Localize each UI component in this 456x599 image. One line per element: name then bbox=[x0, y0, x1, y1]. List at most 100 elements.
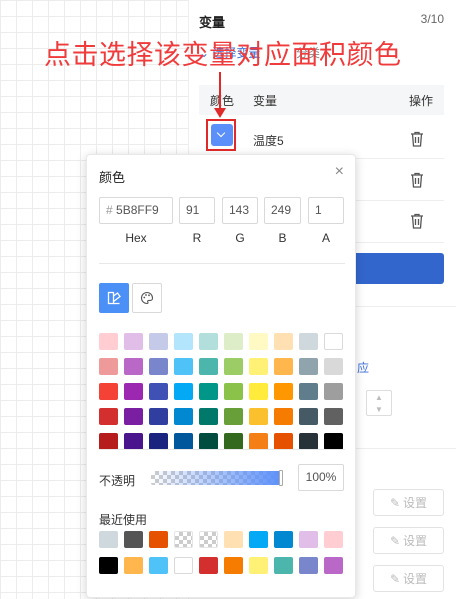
color-swatch[interactable] bbox=[324, 333, 343, 350]
color-swatch[interactable] bbox=[149, 358, 168, 375]
color-swatch[interactable] bbox=[224, 358, 243, 375]
stepper-down-icon[interactable]: ▼ bbox=[367, 403, 391, 415]
custom-mode-button[interactable] bbox=[132, 283, 162, 313]
color-swatch[interactable] bbox=[174, 433, 193, 450]
color-swatch[interactable] bbox=[324, 408, 343, 425]
color-swatch[interactable] bbox=[174, 383, 193, 400]
color-swatch[interactable] bbox=[99, 531, 118, 548]
color-swatch[interactable] bbox=[199, 531, 218, 548]
b-input[interactable]: 249 bbox=[264, 197, 301, 224]
color-swatch[interactable] bbox=[149, 333, 168, 350]
color-swatch[interactable] bbox=[274, 408, 293, 425]
color-swatch[interactable] bbox=[324, 557, 343, 574]
color-swatch[interactable] bbox=[199, 408, 218, 425]
color-swatch[interactable] bbox=[99, 557, 118, 574]
r-input[interactable]: 91 bbox=[179, 197, 215, 224]
trash-icon[interactable] bbox=[410, 172, 424, 188]
color-swatch[interactable] bbox=[249, 408, 268, 425]
swatch-mode-button[interactable] bbox=[99, 283, 129, 313]
color-swatch[interactable] bbox=[324, 433, 343, 450]
color-swatch[interactable] bbox=[174, 557, 193, 574]
color-swatch[interactable] bbox=[224, 433, 243, 450]
hex-input[interactable]: # 5B8FF9 bbox=[99, 197, 173, 224]
trash-icon[interactable] bbox=[410, 131, 424, 147]
color-swatch[interactable] bbox=[199, 557, 218, 574]
color-swatch[interactable] bbox=[274, 383, 293, 400]
set-button[interactable]: ✎ 设置 bbox=[373, 565, 444, 592]
color-swatch[interactable] bbox=[299, 408, 318, 425]
color-swatch[interactable] bbox=[149, 433, 168, 450]
color-swatch[interactable] bbox=[224, 557, 243, 574]
edit-icon: ✎ bbox=[389, 533, 401, 548]
color-swatch[interactable] bbox=[224, 333, 243, 350]
color-swatch[interactable] bbox=[174, 333, 193, 350]
set-button[interactable]: ✎ 设置 bbox=[373, 527, 444, 554]
color-swatch[interactable] bbox=[274, 531, 293, 548]
color-swatch[interactable] bbox=[124, 333, 143, 350]
number-stepper[interactable]: ▲ ▼ bbox=[366, 390, 392, 416]
color-swatch[interactable] bbox=[124, 557, 143, 574]
color-swatch[interactable] bbox=[324, 358, 343, 375]
color-swatch[interactable] bbox=[124, 433, 143, 450]
color-swatch[interactable] bbox=[124, 408, 143, 425]
opacity-label: 不透明 bbox=[99, 474, 136, 488]
opacity-fill bbox=[151, 471, 283, 485]
color-swatch[interactable] bbox=[174, 531, 193, 548]
color-swatch[interactable] bbox=[299, 433, 318, 450]
color-swatch[interactable] bbox=[149, 408, 168, 425]
color-swatch[interactable] bbox=[324, 383, 343, 400]
color-swatch[interactable] bbox=[99, 358, 118, 375]
color-swatch[interactable] bbox=[174, 358, 193, 375]
color-swatch[interactable] bbox=[124, 383, 143, 400]
color-swatch[interactable] bbox=[149, 557, 168, 574]
right-panel-link[interactable]: 应 bbox=[357, 359, 369, 376]
row1-variable-name: 温度5 bbox=[253, 134, 284, 148]
opacity-input[interactable]: 100% bbox=[298, 464, 344, 491]
color-swatch[interactable] bbox=[274, 333, 293, 350]
color-swatch[interactable] bbox=[124, 358, 143, 375]
color-swatch[interactable] bbox=[324, 531, 343, 548]
color-swatch[interactable] bbox=[199, 383, 218, 400]
paint-palette-icon bbox=[141, 291, 154, 305]
color-swatch[interactable] bbox=[99, 408, 118, 425]
color-swatch[interactable] bbox=[299, 531, 318, 548]
color-swatch[interactable] bbox=[274, 358, 293, 375]
stepper-up-icon[interactable]: ▲ bbox=[367, 391, 391, 403]
color-swatch[interactable] bbox=[224, 531, 243, 548]
color-swatch[interactable] bbox=[199, 433, 218, 450]
color-swatch[interactable] bbox=[124, 531, 143, 548]
g-input[interactable]: 143 bbox=[222, 197, 258, 224]
color-swatch[interactable] bbox=[149, 383, 168, 400]
color-swatch[interactable] bbox=[249, 531, 268, 548]
color-swatch[interactable] bbox=[199, 358, 218, 375]
color-swatch[interactable] bbox=[249, 383, 268, 400]
opacity-slider-handle[interactable] bbox=[279, 470, 283, 486]
color-swatch[interactable] bbox=[99, 383, 118, 400]
color-swatch[interactable] bbox=[249, 557, 268, 574]
primary-action-button[interactable] bbox=[353, 253, 444, 284]
edit-icon: ✎ bbox=[389, 571, 401, 586]
color-swatch[interactable] bbox=[199, 333, 218, 350]
color-swatch[interactable] bbox=[274, 433, 293, 450]
color-swatch[interactable] bbox=[174, 408, 193, 425]
color-swatch[interactable] bbox=[249, 358, 268, 375]
opacity-slider[interactable] bbox=[151, 470, 283, 486]
variables-count: 3/10 bbox=[420, 12, 444, 26]
color-swatch[interactable] bbox=[99, 433, 118, 450]
color-swatch[interactable] bbox=[149, 531, 168, 548]
color-swatch[interactable] bbox=[299, 358, 318, 375]
color-swatch[interactable] bbox=[224, 408, 243, 425]
close-icon[interactable]: × bbox=[335, 163, 344, 181]
color-swatch[interactable] bbox=[224, 383, 243, 400]
set-button[interactable]: ✎ 设置 bbox=[373, 489, 444, 516]
color-swatch[interactable] bbox=[299, 383, 318, 400]
color-swatch[interactable] bbox=[299, 333, 318, 350]
color-swatch[interactable] bbox=[299, 557, 318, 574]
color-swatch[interactable] bbox=[274, 557, 293, 574]
color-swatch[interactable] bbox=[249, 433, 268, 450]
trash-icon[interactable] bbox=[410, 213, 424, 229]
color-swatch[interactable] bbox=[249, 333, 268, 350]
a-input[interactable]: 1 bbox=[308, 197, 344, 224]
color-swatch[interactable] bbox=[99, 333, 118, 350]
recent-colors-label: 最近使用 bbox=[99, 513, 148, 527]
